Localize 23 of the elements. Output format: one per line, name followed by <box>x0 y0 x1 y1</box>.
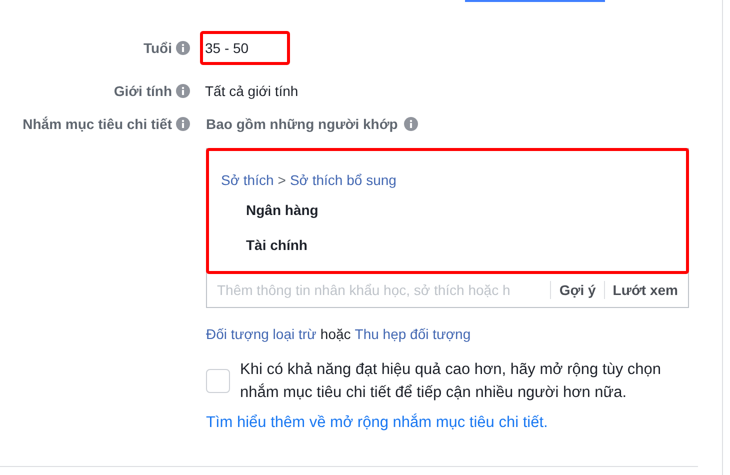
field-value: Tất cả giới tính <box>204 82 300 101</box>
field-label: Tuổi <box>143 40 172 56</box>
interest-item: Tài chính <box>245 236 308 255</box>
narrow-link[interactable]: Thu hẹp đối tượng <box>354 326 471 342</box>
info-icon[interactable] <box>176 84 190 98</box>
exclude-link[interactable]: Đối tượng loại trừ <box>206 326 316 342</box>
joiner-text: hoặc <box>320 326 351 342</box>
breadcrumb-link[interactable]: Sở thích bổ sung <box>290 172 396 188</box>
field-value: 35 - 50 <box>200 30 290 64</box>
interest-item: Ngân hàng <box>245 201 320 220</box>
action-button[interactable]: Gợi ý <box>559 282 596 298</box>
checkbox[interactable] <box>206 369 230 393</box>
info-icon[interactable] <box>176 117 190 131</box>
info-icon[interactable] <box>176 40 190 54</box>
separator: > <box>278 172 286 188</box>
breadcrumb-link[interactable]: Sở thích <box>221 172 274 188</box>
learn-more-link[interactable]: Tìm hiểu thêm về mở rộng nhắm mục tiêu chi tiết. <box>206 414 689 432</box>
action-button[interactable]: Lướt xem <box>612 282 678 298</box>
section-heading: Bao gồm những người khớp <box>206 116 398 132</box>
field-label: Nhắm mục tiêu chi tiết <box>22 116 172 132</box>
checkbox-label: Khi có khả năng đạt hiệu quả cao hơn, hãy mở rộng tùy chọn nhắm mục tiêu chi tiết để tiếp cận nhiều người hơn nữa. <box>240 360 662 403</box>
info-icon[interactable] <box>404 117 418 131</box>
field-label: Giới tính <box>114 82 172 98</box>
